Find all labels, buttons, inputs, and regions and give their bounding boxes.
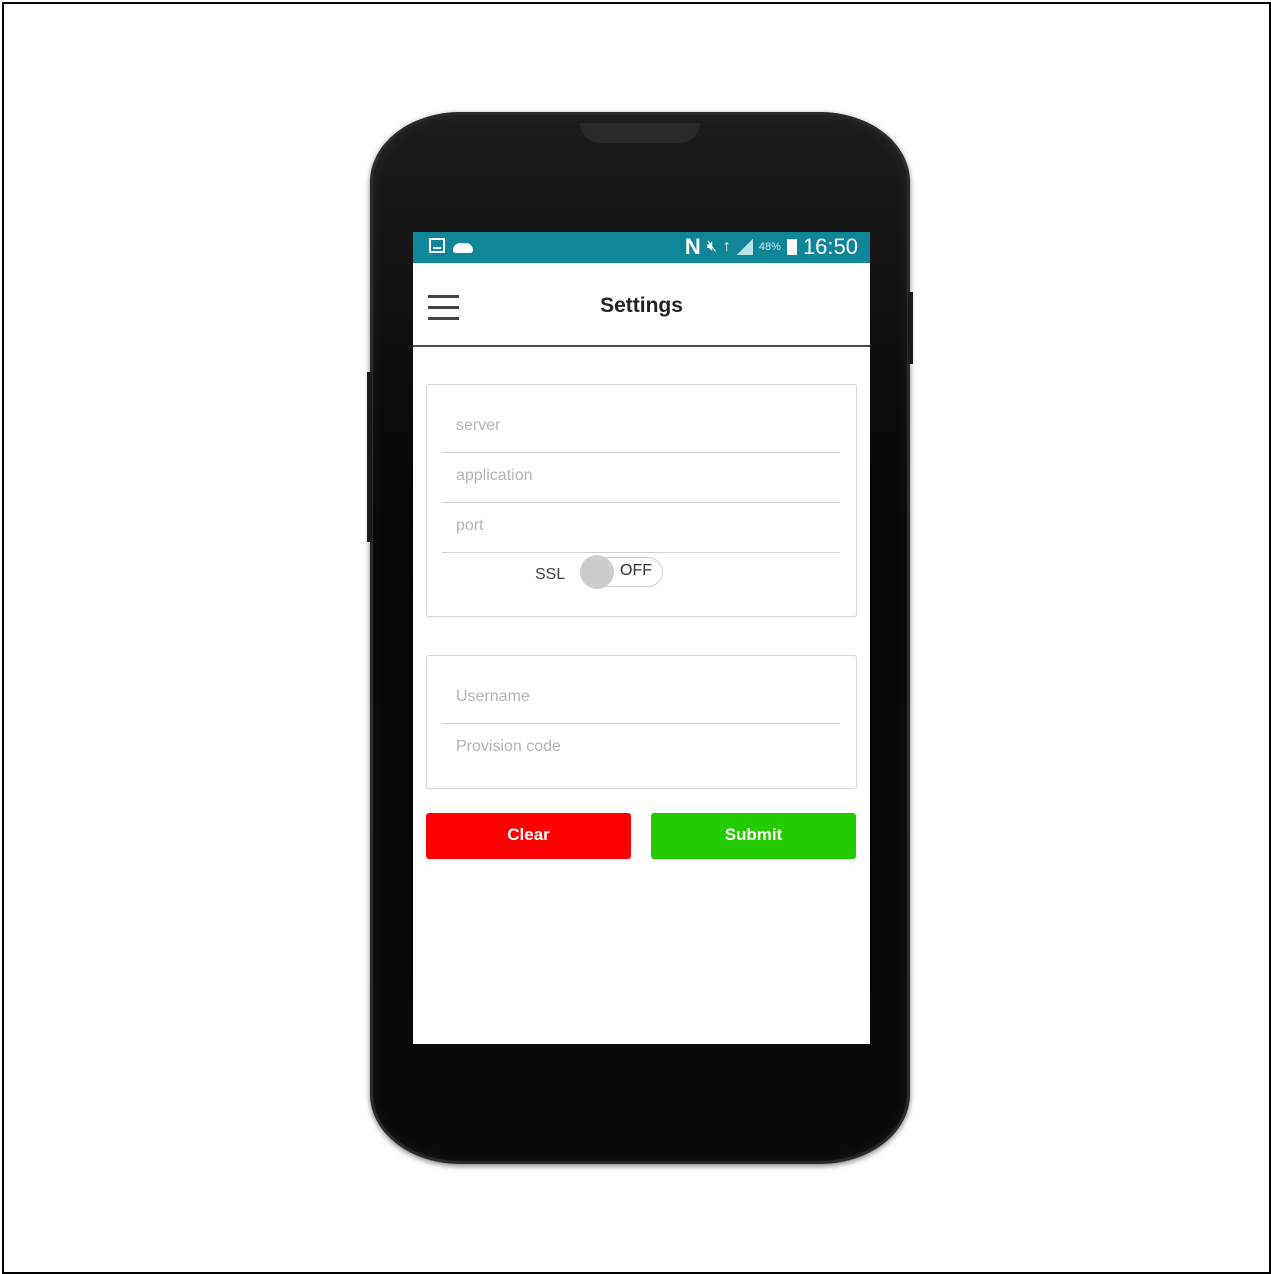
status-time: 16:50 — [802, 234, 858, 259]
server-settings-card: SSL OFF — [426, 384, 857, 617]
battery-icon — [786, 239, 797, 255]
wifi-icon: ↑ — [722, 238, 731, 255]
port-input[interactable] — [454, 516, 838, 536]
cloud-icon — [453, 242, 473, 253]
app-bar: Settings — [413, 263, 870, 347]
account-card — [426, 655, 857, 789]
port-field — [442, 502, 840, 553]
phone-speaker — [580, 123, 700, 143]
submit-button[interactable]: Submit — [651, 813, 856, 859]
server-field — [442, 402, 840, 453]
power-button — [908, 292, 913, 364]
mute-icon: 🔇︎ — [706, 238, 717, 255]
battery-percent: 48% — [758, 241, 781, 253]
nfc-icon: N — [684, 234, 701, 259]
ssl-state-text: OFF — [620, 562, 652, 579]
application-field — [442, 452, 840, 503]
toggle-knob — [580, 555, 614, 589]
volume-button — [367, 372, 372, 542]
ssl-label: SSL — [535, 566, 566, 583]
application-input[interactable] — [454, 466, 838, 486]
provision-code-input[interactable] — [454, 737, 838, 757]
server-input[interactable] — [454, 416, 838, 436]
clear-button[interactable]: Clear — [426, 813, 631, 859]
signal-icon — [736, 239, 753, 255]
screenshot-notification-icon — [429, 238, 445, 253]
username-field — [442, 673, 840, 724]
provision-code-field — [442, 723, 840, 773]
phone-screen: N 🔇︎ ↑ 48% 16:50 Settings SSL OFF — [413, 232, 870, 1044]
page-title: Settings — [600, 294, 683, 317]
username-input[interactable] — [454, 687, 838, 707]
ssl-toggle[interactable]: OFF — [580, 555, 663, 589]
ssl-row: SSL OFF — [427, 553, 856, 593]
status-bar: N 🔇︎ ↑ 48% 16:50 — [413, 232, 870, 263]
